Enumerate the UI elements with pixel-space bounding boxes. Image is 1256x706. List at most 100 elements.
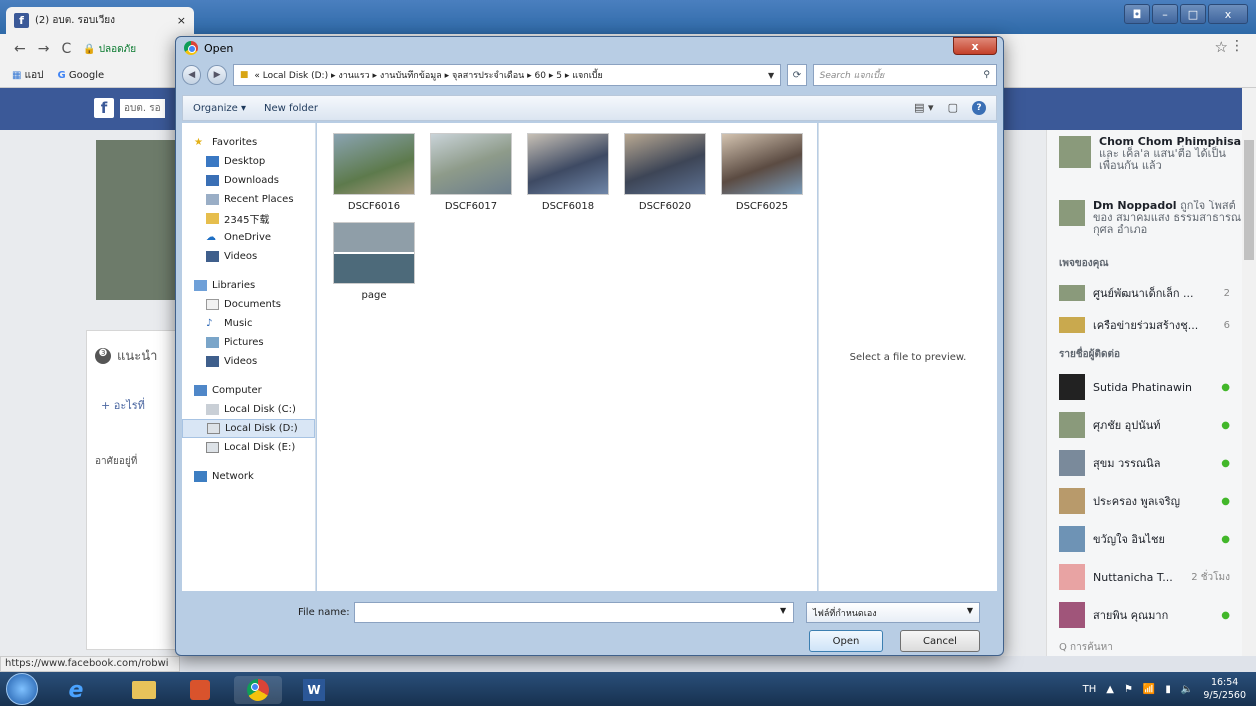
volume-icon[interactable]: 🔈 <box>1181 684 1193 695</box>
address-dropdown-icon[interactable]: ▼ <box>768 71 774 80</box>
contact-item[interactable]: Sutida Phatinawin ● <box>1047 368 1242 406</box>
drive-icon <box>206 442 219 453</box>
nav-downloads[interactable]: Downloads <box>182 171 315 190</box>
flag-icon[interactable]: ⚑ <box>1124 684 1133 695</box>
navigation-pane: ★ Favorites Desktop Downloads Recent Plac… <box>182 123 316 591</box>
avatar <box>1059 285 1085 301</box>
window-controls: ◘ – □ x <box>1124 4 1248 24</box>
file-item[interactable]: DSCF6017 <box>428 133 514 212</box>
nav-libraries[interactable]: Libraries <box>182 276 315 295</box>
avatar <box>1059 317 1085 333</box>
page-item[interactable]: ศูนย์พัฒนาเด็กเล็ก ... 2 <box>1047 277 1242 309</box>
media-player-icon[interactable] <box>176 676 224 704</box>
nav-pictures[interactable]: Pictures <box>182 333 315 352</box>
new-folder-button[interactable]: New folder <box>264 103 318 114</box>
dialog-title: Open <box>204 41 234 55</box>
network-signal-icon[interactable]: 📶 <box>1143 684 1155 695</box>
nav-network[interactable]: Network <box>182 467 315 486</box>
document-icon <box>206 299 219 310</box>
folder-search-input[interactable]: Search แจกเบี้ย ⚲ <box>812 64 997 86</box>
battery-icon[interactable]: ▮ <box>1165 684 1171 695</box>
fb-page-name[interactable]: อบต. รอ <box>120 98 165 118</box>
secure-badge[interactable]: 🔒 ปลอดภัย <box>83 42 136 57</box>
photo-thumbnail <box>333 222 415 284</box>
photo-thumbnail <box>624 133 706 195</box>
maximize-button[interactable]: □ <box>1180 4 1206 24</box>
file-item[interactable]: DSCF6020 <box>622 133 708 212</box>
nav-desktop[interactable]: Desktop <box>182 152 315 171</box>
file-type-select[interactable]: ไฟล์ที่กำหนดเอง ▼ <box>806 602 980 623</box>
nav-videos[interactable]: Videos <box>182 247 315 266</box>
cancel-button[interactable]: Cancel <box>900 630 980 652</box>
nav-onedrive[interactable]: ☁ OneDrive <box>182 228 315 247</box>
photo-thumbnail <box>430 133 512 195</box>
file-item[interactable]: page <box>331 222 417 301</box>
browser-tab[interactable]: f (2) อบต. รอบเวียง × <box>6 7 194 34</box>
nav-favorites[interactable]: ★ Favorites <box>182 133 315 152</box>
nav-disk-c[interactable]: Local Disk (C:) <box>182 400 315 419</box>
bookmark-star-icon[interactable]: ☆ <box>1215 38 1228 56</box>
facebook-logo-icon[interactable]: f <box>94 98 114 118</box>
organize-menu[interactable]: Organize ▾ <box>193 103 246 114</box>
chat-search-input[interactable]: Q การค้นหา <box>1047 634 1242 656</box>
file-list: DSCF6016 DSCF6017 DSCF6018 DSCF6020 DSCF… <box>317 123 817 591</box>
file-item[interactable]: DSCF6018 <box>525 133 611 212</box>
chrome-taskbar-icon[interactable] <box>234 676 282 704</box>
language-indicator[interactable]: TH <box>1083 684 1097 695</box>
minimize-button[interactable]: – <box>1152 4 1178 24</box>
contact-item[interactable]: สายพิน คุณมาก ● <box>1047 596 1242 634</box>
file-item[interactable]: DSCF6016 <box>331 133 417 212</box>
scrollbar-thumb[interactable] <box>1244 140 1254 260</box>
nav-computer[interactable]: Computer <box>182 381 315 400</box>
desktop-icon <box>206 156 219 167</box>
close-window-button[interactable]: x <box>1208 4 1248 24</box>
contact-item[interactable]: สุขม วรรณนิล ● <box>1047 444 1242 482</box>
tray-expand-icon[interactable]: ▲ <box>1106 684 1114 695</box>
file-item[interactable]: DSCF6025 <box>719 133 805 212</box>
system-drive-icon <box>206 404 219 415</box>
contact-item[interactable]: ขวัญใจ อินไชย ● <box>1047 520 1242 558</box>
file-name-input[interactable] <box>354 602 794 623</box>
file-explorer-icon[interactable] <box>120 676 168 704</box>
refresh-icon[interactable]: ⟳ <box>787 64 807 86</box>
menu-kebab-icon[interactable]: ⋮ <box>1230 38 1244 54</box>
dialog-back-icon[interactable]: ◀ <box>182 65 202 85</box>
help-icon[interactable]: ? <box>972 101 986 115</box>
forward-icon[interactable]: → <box>38 41 50 57</box>
contact-item[interactable]: ประครอง พูลเจริญ ● <box>1047 482 1242 520</box>
add-link[interactable]: + อะไรที่ <box>87 366 185 414</box>
user-icon[interactable]: ◘ <box>1124 4 1150 24</box>
bookmark-apps[interactable]: ▦ แอป <box>12 68 43 83</box>
nav-music[interactable]: ♪ Music <box>182 314 315 333</box>
dialog-close-button[interactable]: x <box>953 37 997 55</box>
reload-icon[interactable]: C <box>61 41 71 57</box>
search-icon: ⚲ <box>983 70 990 80</box>
nav-recent-places[interactable]: Recent Places <box>182 190 315 209</box>
start-button[interactable] <box>6 673 38 705</box>
open-button[interactable]: Open <box>809 630 883 652</box>
back-icon[interactable]: ← <box>14 41 26 57</box>
dialog-forward-icon[interactable]: ▶ <box>207 65 227 85</box>
bookmark-google[interactable]: G Google <box>57 70 104 81</box>
nav-disk-d[interactable]: Local Disk (D:) <box>182 419 315 438</box>
view-options-icon[interactable]: ▤ ▾ <box>914 101 933 115</box>
contact-item[interactable]: ศุภชัย อุปนันท์ ● <box>1047 406 1242 444</box>
nav-documents[interactable]: Documents <box>182 295 315 314</box>
nav-videos-lib[interactable]: Videos <box>182 352 315 371</box>
cover-photo <box>96 140 186 300</box>
activity-item[interactable]: Chom Chom Phimphisa และ เค็ล'ล แสน'ตื่อ … <box>1047 130 1242 200</box>
tab-close-icon[interactable]: × <box>177 14 186 27</box>
address-bar[interactable]: ■ « Local Disk (D:) ▸ งานแรว ▸ งานบันทึก… <box>232 64 782 86</box>
clock[interactable]: 16:54 9/5/2560 <box>1203 676 1246 702</box>
file-name-dropdown-icon[interactable]: ▼ <box>780 606 786 615</box>
nav-disk-e[interactable]: Local Disk (E:) <box>182 438 315 457</box>
internet-explorer-icon[interactable]: e <box>52 676 100 704</box>
preview-pane-icon[interactable]: ▢ <box>948 101 958 115</box>
word-icon[interactable]: W <box>290 676 338 704</box>
music-icon: ♪ <box>206 318 213 329</box>
activity-item[interactable]: Dm Noppadol ถูกใจ โพสต์ของ สมาคมแสง ธรรม… <box>1047 200 1242 250</box>
apps-grid-icon: ▦ <box>12 70 22 81</box>
contact-item[interactable]: Nuttanicha T... 2 ชั่วโมง <box>1047 558 1242 596</box>
nav-2345[interactable]: 2345下载 <box>182 209 315 228</box>
page-item[interactable]: เครือข่ายร่วมสร้างชุ... 6 <box>1047 309 1242 341</box>
